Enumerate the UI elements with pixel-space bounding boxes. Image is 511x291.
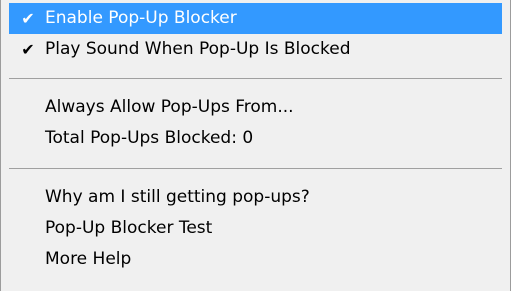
menu-item-always-allow[interactable]: Always Allow Pop-Ups From... bbox=[9, 92, 502, 123]
menu-item-label: Enable Pop-Up Blocker bbox=[45, 8, 237, 28]
menu-item-label: Why am I still getting pop-ups? bbox=[45, 187, 310, 207]
checkmark-icon: ✔ bbox=[21, 9, 35, 28]
menu-item-label: Pop-Up Blocker Test bbox=[45, 218, 213, 238]
menu-item-label: Play Sound When Pop-Up Is Blocked bbox=[45, 39, 351, 59]
menu-separator bbox=[9, 168, 502, 169]
menu-item-label: More Help bbox=[45, 249, 132, 269]
menu-item-total-blocked[interactable]: Total Pop-Ups Blocked: 0 bbox=[9, 123, 502, 154]
checkmark-icon: ✔ bbox=[21, 40, 35, 59]
menu-separator bbox=[9, 78, 502, 79]
menu-item-blocker-test[interactable]: Pop-Up Blocker Test bbox=[9, 213, 502, 244]
menu-group-settings: Always Allow Pop-Ups From... Total Pop-U… bbox=[9, 92, 502, 154]
menu-item-more-help[interactable]: More Help bbox=[9, 244, 502, 275]
popup-blocker-menu: ✔ Enable Pop-Up Blocker ✔ Play Sound Whe… bbox=[0, 0, 511, 291]
menu-item-play-sound[interactable]: ✔ Play Sound When Pop-Up Is Blocked bbox=[9, 34, 502, 65]
menu-item-label: Total Pop-Ups Blocked: 0 bbox=[45, 128, 254, 148]
menu-item-label: Always Allow Pop-Ups From... bbox=[45, 97, 294, 117]
menu-item-enable-popup-blocker[interactable]: ✔ Enable Pop-Up Blocker bbox=[9, 3, 502, 34]
menu-item-why-popups[interactable]: Why am I still getting pop-ups? bbox=[9, 182, 502, 213]
menu-group-toggles: ✔ Enable Pop-Up Blocker ✔ Play Sound Whe… bbox=[9, 0, 502, 65]
menu-group-help: Why am I still getting pop-ups? Pop-Up B… bbox=[9, 182, 502, 275]
